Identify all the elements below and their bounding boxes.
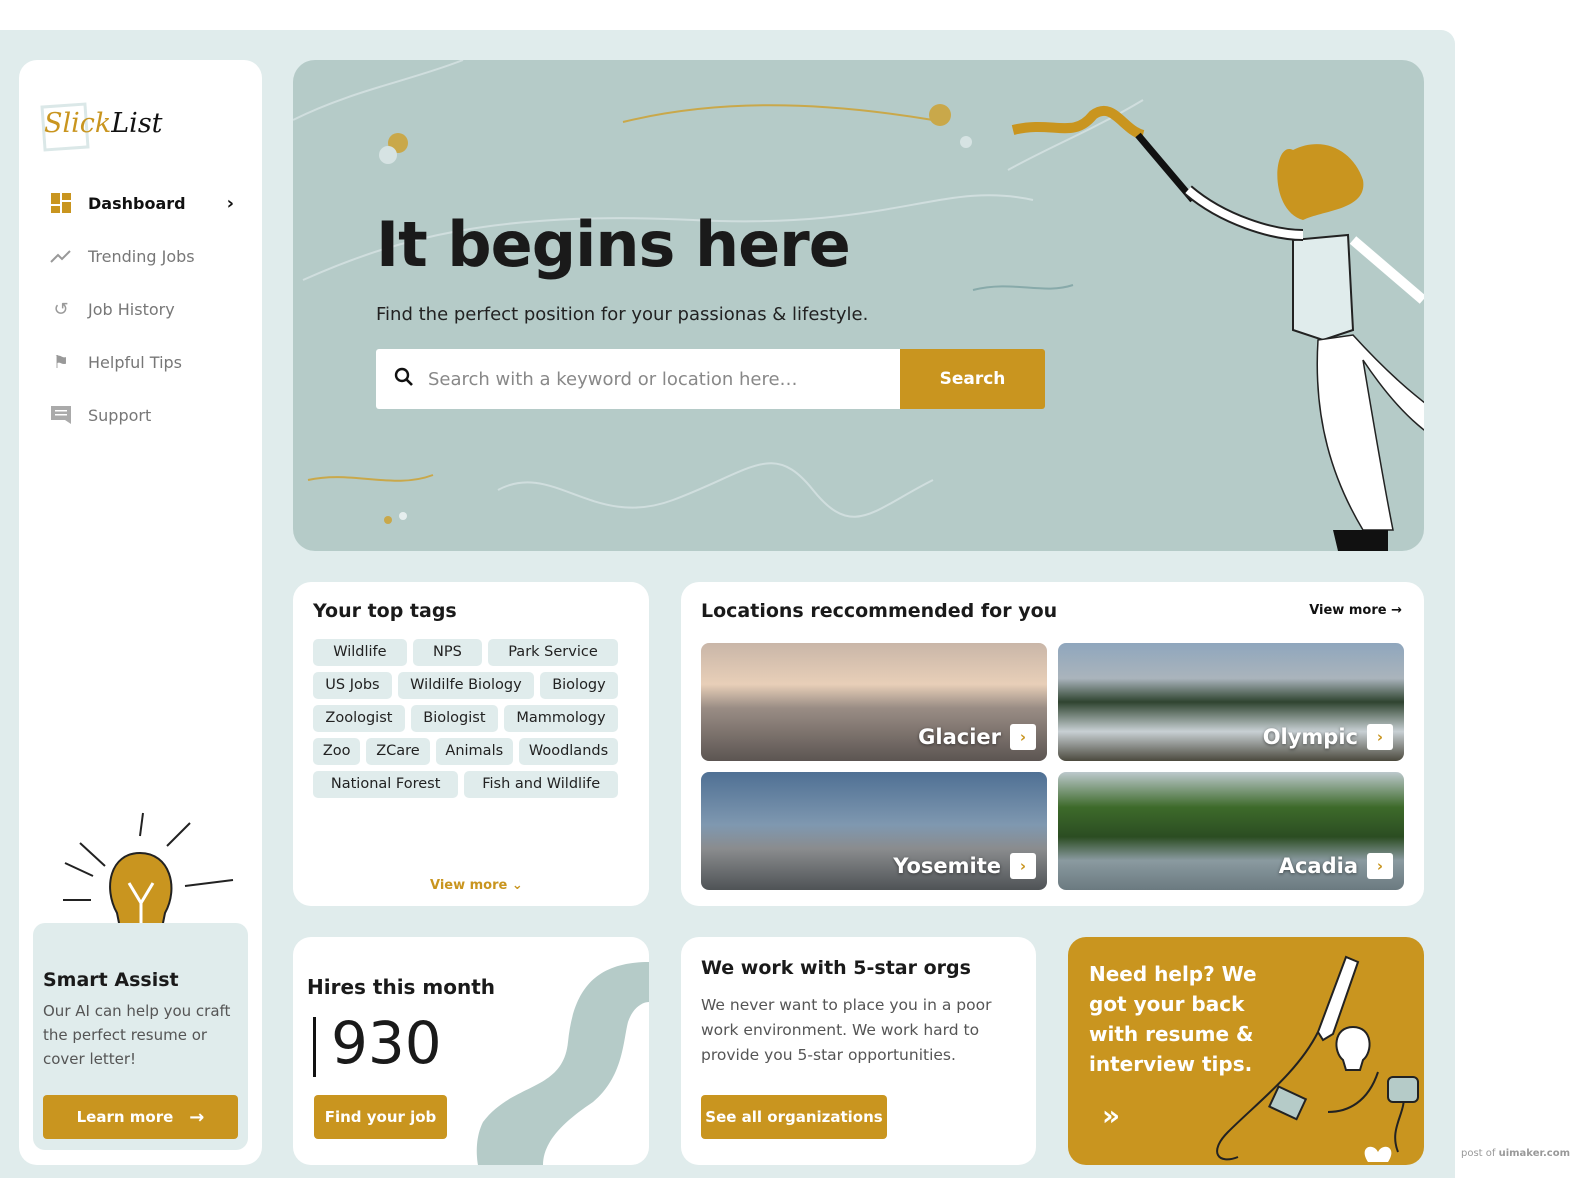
search-icon	[394, 367, 414, 391]
tag-chip[interactable]: National Forest	[313, 771, 459, 798]
sidebar-item-job-history[interactable]: ↺ Job History	[50, 294, 250, 324]
logo[interactable]: SlickList	[40, 102, 163, 152]
tag-chip[interactable]: Animals	[435, 738, 513, 765]
orgs-card: We work with 5-star orgs We never want t…	[681, 937, 1036, 1165]
see-all-organizations-button[interactable]: See all organizations	[701, 1095, 887, 1139]
tag-chip[interactable]: US Jobs	[313, 672, 392, 699]
help-card[interactable]: Need help? We got your back with resume …	[1068, 937, 1424, 1165]
tag-chip[interactable]: Wildilfe Biology	[397, 672, 534, 699]
tag-chip[interactable]: Woodlands	[519, 738, 618, 765]
location-olympic[interactable]: Olympic ›	[1058, 643, 1404, 761]
chevron-right-icon: ›	[1367, 853, 1393, 879]
find-your-job-button[interactable]: Find your job	[314, 1095, 447, 1139]
chevron-right-icon: ›	[1010, 724, 1036, 750]
tag-chip[interactable]: Wildlife	[313, 639, 407, 666]
search-bar	[376, 349, 901, 409]
tag-chip[interactable]: Fish and Wildlife	[464, 771, 619, 798]
chevron-right-icon: ›	[1367, 724, 1393, 750]
tag-chip[interactable]: Park Service	[488, 639, 618, 666]
decorative-wave	[476, 962, 649, 1165]
search-input[interactable]	[428, 368, 868, 390]
sidebar-item-dashboard[interactable]: Dashboard ›	[50, 188, 250, 218]
hires-card: Hires this month 930 Find your job	[293, 937, 649, 1165]
tag-chip[interactable]: Biology	[539, 672, 618, 699]
flag-icon: ⚑	[52, 351, 70, 373]
trending-icon	[50, 245, 72, 267]
sidebar-item-helpful-tips[interactable]: ⚑ Helpful Tips	[50, 347, 250, 377]
location-glacier[interactable]: Glacier ›	[701, 643, 1047, 761]
dashboard-icon	[50, 192, 72, 214]
location-yosemite[interactable]: Yosemite ›	[701, 772, 1047, 890]
tag-chip[interactable]: Zoologist	[313, 705, 405, 732]
chevron-right-icon: ›	[226, 192, 234, 214]
watermark: post of uimaker.com	[1461, 1148, 1570, 1159]
arrow-right-icon: →	[189, 1106, 205, 1128]
sidebar-item-support[interactable]: Support	[50, 400, 250, 430]
hires-count: 930	[331, 1009, 442, 1077]
arrow-right-icon: →	[1391, 603, 1402, 618]
sidebar-item-trending-jobs[interactable]: Trending Jobs	[50, 241, 250, 271]
chevron-right-icon: ›	[1010, 853, 1036, 879]
locations-view-more-link[interactable]: View more →	[1309, 603, 1402, 618]
locations-card: Locations reccommended for you View more…	[681, 582, 1424, 906]
tag-chip[interactable]: ZCare	[366, 738, 430, 765]
hero-title: It begins here	[376, 208, 851, 281]
hero-subtitle: Find the perfect position for your passi…	[376, 304, 869, 325]
double-chevron-icon[interactable]: »	[1102, 1099, 1120, 1132]
history-icon: ↺	[53, 298, 69, 320]
chevron-down-icon: ⌄	[511, 878, 523, 893]
hero-banner: It begins here Find the perfect position…	[293, 60, 1424, 551]
tag-chip[interactable]: Zoo	[313, 738, 361, 765]
chat-icon	[50, 404, 72, 426]
top-tags-card: Your top tags Wildlife NPS Park Service US …	[293, 582, 649, 906]
tag-chip[interactable]: Biologist	[410, 705, 498, 732]
tags-view-more-link[interactable]: View more ⌄	[430, 878, 523, 893]
search-button[interactable]: Search	[900, 349, 1045, 409]
tag-chip[interactable]: NPS	[412, 639, 483, 666]
tips-illustration	[1216, 955, 1419, 1162]
learn-more-button[interactable]: Learn more →	[43, 1095, 238, 1139]
tag-chip[interactable]: Mammology	[503, 705, 618, 732]
location-acadia[interactable]: Acadia ›	[1058, 772, 1404, 890]
tag-list: Wildlife NPS Park Service US Jobs Wildilfe B…	[313, 639, 619, 798]
